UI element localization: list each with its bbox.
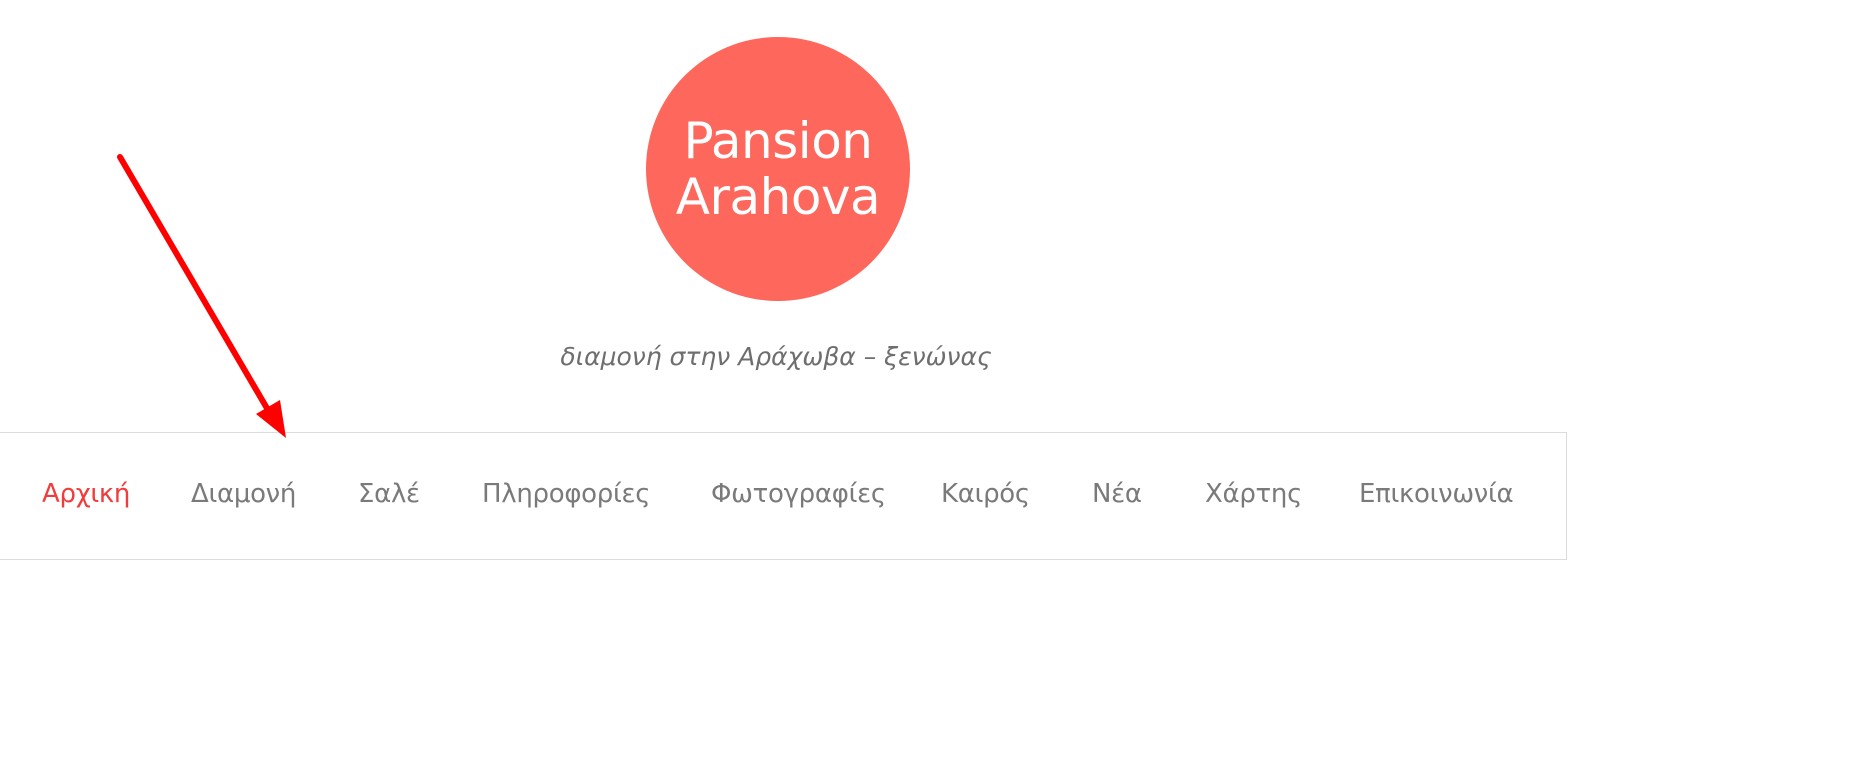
nav-item-photos[interactable]: Φωτογραφίες (711, 479, 886, 509)
nav-item-accommodation[interactable]: Διαμονή (191, 479, 296, 509)
site-tagline: διαμονή στην Αράχωβα – ξενώνας (560, 342, 992, 371)
annotation-arrow (117, 154, 286, 438)
main-navigation: Αρχική Διαμονή Σαλέ Πληροφορίες Φωτογραφ… (0, 432, 1567, 560)
logo-text-line1: Pansion (683, 112, 873, 170)
annotation-arrow-shaft (117, 154, 271, 413)
logo-text-line2: Arahova (675, 168, 881, 226)
nav-item-news[interactable]: Νέα (1092, 479, 1142, 509)
site-logo[interactable]: Pansion Arahova (646, 37, 910, 301)
nav-item-contact[interactable]: Επικοινωνία (1359, 479, 1514, 509)
nav-item-map[interactable]: Χάρτης (1205, 479, 1302, 509)
nav-item-weather[interactable]: Καιρός (941, 479, 1030, 509)
nav-item-chalet[interactable]: Σαλέ (358, 479, 420, 509)
nav-item-information[interactable]: Πληροφορίες (482, 479, 651, 509)
nav-item-home[interactable]: Αρχική (42, 479, 130, 509)
